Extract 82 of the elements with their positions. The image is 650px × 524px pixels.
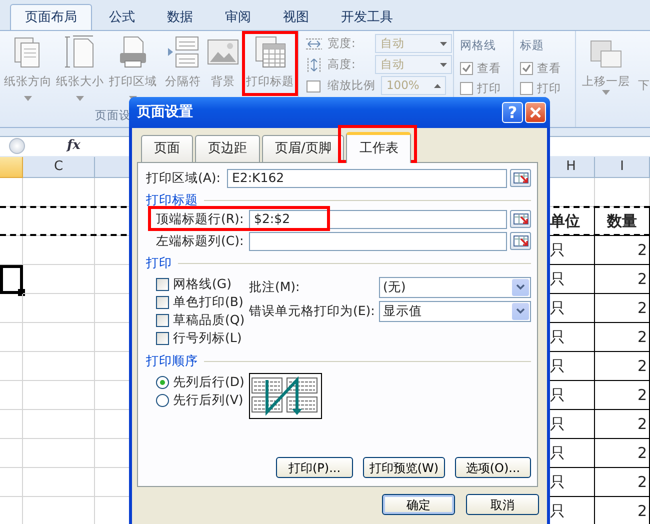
- checkbox-label: 打印: [477, 80, 502, 97]
- table-cell[interactable]: 2: [595, 381, 650, 410]
- cell-text: 只: [550, 298, 565, 319]
- field-label: 左端标题列(C):: [156, 232, 245, 250]
- cell-text: 2: [637, 268, 647, 290]
- table-cell[interactable]: 数量: [595, 207, 650, 236]
- text-field[interactable]: $2:$2: [249, 210, 507, 228]
- table-cell[interactable]: 2: [595, 410, 650, 439]
- table-cell[interactable]: 2: [595, 323, 650, 352]
- ribbon-tab[interactable]: 开发工具: [326, 4, 408, 30]
- group-label: 页面设: [95, 106, 131, 124]
- checkbox-label: 网格线(G): [173, 274, 232, 293]
- table-cell[interactable]: 2: [595, 265, 650, 294]
- cell-text: 只: [550, 414, 565, 435]
- table-cell[interactable]: 2: [595, 497, 650, 524]
- field-label: 缩放比例: [327, 76, 376, 94]
- dialog-tab[interactable]: 页眉/页脚: [262, 135, 344, 162]
- dropdown[interactable]: 显示值: [379, 300, 531, 322]
- field-label: 高度:: [327, 56, 356, 73]
- dialog-button[interactable]: 打印预览(W): [363, 457, 445, 478]
- checkbox-label: 单色打印(B): [173, 292, 244, 311]
- cell-text: 2: [637, 356, 647, 377]
- table-cell[interactable]: 2: [595, 468, 650, 497]
- cell-text: 2: [637, 384, 647, 406]
- section-heading: 打印顺序: [146, 353, 531, 369]
- field-label: 打印区域(A):: [146, 168, 222, 187]
- cell-text: 2: [637, 472, 647, 493]
- radio-label: 先列后行(D): [173, 372, 244, 391]
- checkbox-label: 草稿品质(Q): [173, 310, 245, 329]
- dialog-button[interactable]: 选项(O)...: [455, 457, 531, 478]
- cell-text: 只: [550, 384, 565, 406]
- checkbox-label: 行号列标(L): [173, 328, 242, 347]
- section-heading: 打印标题: [146, 192, 531, 208]
- group-title: 标题: [520, 37, 544, 54]
- checkbox-label: 查看: [537, 60, 562, 77]
- table-cell[interactable]: 2: [595, 439, 650, 468]
- cell-text: 2: [637, 298, 647, 319]
- checkbox-label: 打印: [537, 80, 562, 97]
- ribbon-tab[interactable]: 公式: [94, 4, 150, 30]
- cell-text: 只: [550, 240, 565, 261]
- cell-text: 只: [550, 356, 565, 377]
- window-title: 页面设置: [137, 103, 193, 122]
- cell-text: 只: [550, 268, 565, 290]
- dialog-button[interactable]: 打印(P)...: [276, 457, 353, 478]
- help-button[interactable]: ?: [502, 102, 523, 123]
- field-label: 宽度:: [327, 34, 356, 52]
- dialog-tab[interactable]: 页面: [141, 135, 193, 162]
- dialog-tab[interactable]: 页边距: [195, 135, 260, 162]
- cell-text: 只: [550, 472, 565, 493]
- cell-text: 只: [550, 326, 565, 348]
- cell-text: 2: [637, 442, 647, 464]
- column-header[interactable]: I: [595, 157, 650, 178]
- checkbox-label: 查看: [477, 60, 502, 77]
- ribbon-tab[interactable]: 页面布局: [10, 4, 92, 30]
- group-title: 网格线: [460, 37, 496, 54]
- cell-text: 2: [637, 500, 647, 522]
- cell-text: 2: [637, 414, 647, 435]
- ribbon-tab[interactable]: 视图: [268, 4, 324, 30]
- cell-text: 数量: [607, 210, 637, 232]
- section-heading: 打印: [146, 255, 531, 271]
- field-label: 错误单元格打印为(E):: [249, 302, 376, 320]
- table-cell[interactable]: 2: [595, 294, 650, 323]
- dialog-button[interactable]: 取消: [466, 494, 539, 515]
- column-header[interactable]: H: [548, 157, 595, 178]
- dropdown[interactable]: (无): [379, 276, 531, 298]
- dialog-tab[interactable]: 工作表: [346, 132, 412, 163]
- table-cell[interactable]: 2: [595, 352, 650, 381]
- cell-text: 只: [550, 500, 565, 522]
- ribbon-tab[interactable]: 审阅: [210, 4, 266, 30]
- field-label: 批注(M):: [249, 278, 301, 296]
- cell-text: 只: [550, 442, 565, 464]
- text-field[interactable]: E2:K162: [227, 168, 507, 188]
- field-label: 顶端标题行(R):: [156, 210, 245, 228]
- cell-text: 2: [637, 240, 647, 261]
- ribbon-tab[interactable]: 数据: [152, 4, 208, 30]
- cell-text: 2: [637, 326, 647, 348]
- table-cell[interactable]: 2: [595, 236, 650, 265]
- function-label[interactable]: fx: [67, 136, 80, 156]
- radio-label: 先行后列(V): [173, 390, 244, 409]
- cell-text: 单位: [550, 210, 580, 232]
- column-header[interactable]: C: [23, 157, 95, 178]
- dialog-button[interactable]: 确定: [382, 494, 455, 515]
